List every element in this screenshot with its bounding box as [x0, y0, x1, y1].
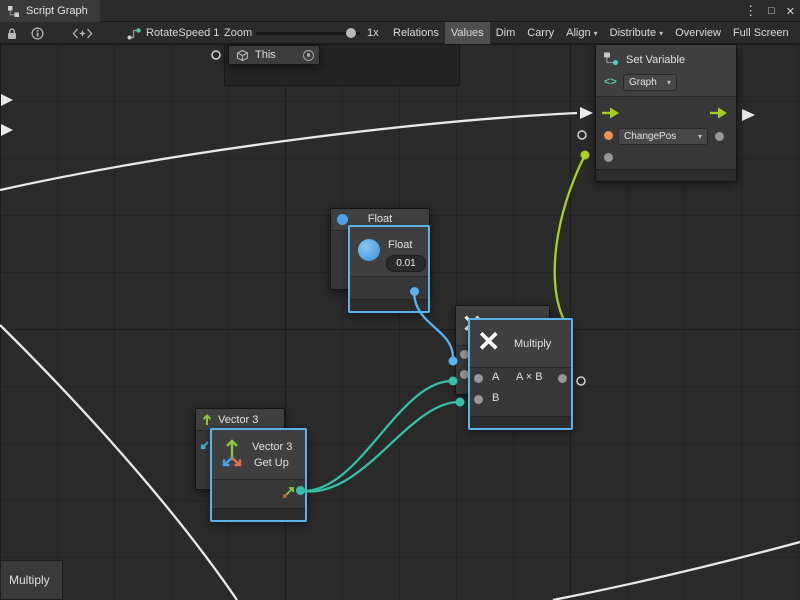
multiply-icon: ✕ — [477, 328, 500, 356]
wire-offscreen-bottom — [553, 542, 800, 600]
set-variable-icon — [603, 51, 619, 65]
set-variable-node[interactable]: Set Variable <> Graph▾ ChangePos▾ — [595, 44, 737, 182]
vector3-up-icon — [201, 413, 213, 426]
wire-flow-in — [0, 113, 577, 190]
lock-icon[interactable] — [6, 22, 18, 44]
unconnected-port-ring — [577, 377, 585, 385]
wire-endpoint-teal-b — [456, 398, 465, 407]
graph-asset-icon — [127, 27, 141, 40]
window-titlebar: Script Graph ⋮ □ ✕ — [0, 0, 800, 22]
edge-arrow-left-1 — [1, 94, 13, 106]
graph-toolbar: RotateSpeed 1 Zoom 1x Relations Values D… — [0, 22, 800, 44]
vector-diag-icon — [199, 440, 210, 451]
node-title: Multiply — [514, 338, 551, 350]
node-title: Vector 3 — [218, 414, 258, 426]
dim-button[interactable]: Dim — [490, 22, 522, 44]
variable-name-dropdown[interactable]: ChangePos▾ — [618, 128, 708, 145]
wire-getup-to-multiply-b — [302, 402, 459, 491]
port-b-input[interactable] — [474, 395, 483, 404]
node-title: Vector 3 — [252, 441, 292, 453]
chevron-down-icon: ▾ — [698, 132, 702, 141]
float-node[interactable]: Float 0.01 — [348, 225, 430, 313]
relations-button[interactable]: Relations — [387, 22, 445, 44]
port-a-label: A — [492, 371, 499, 383]
port-float-output[interactable] — [410, 287, 419, 296]
chevron-down-icon: ▾ — [594, 29, 598, 38]
edge-arrow-right — [742, 109, 755, 121]
this-node[interactable]: This — [228, 45, 320, 65]
multiply-corner-node[interactable]: Multiply — [0, 560, 63, 600]
port-output-value[interactable] — [715, 132, 724, 141]
carry-button[interactable]: Carry — [521, 22, 560, 44]
chevron-down-icon: ▾ — [667, 78, 671, 87]
port-a-input[interactable] — [474, 374, 483, 383]
node-title: Float — [331, 213, 429, 225]
window-controls: ⋮ □ ✕ — [744, 0, 795, 22]
flow-in-port[interactable] — [602, 107, 619, 119]
multiply-node[interactable]: ✕ Multiply A A × B B — [468, 318, 573, 430]
unconnected-port-ring — [212, 51, 220, 59]
code-icon: <> — [604, 76, 617, 88]
port-result-output[interactable] — [558, 374, 567, 383]
script-graph-icon — [7, 5, 20, 18]
info-icon[interactable] — [31, 22, 44, 44]
float-type-icon — [358, 239, 380, 261]
tab-script-graph[interactable]: Script Graph — [0, 0, 100, 22]
unconnected-port-ring — [578, 131, 586, 139]
fullscreen-button[interactable]: Full Screen — [727, 22, 795, 44]
zoom-label: Zoom — [224, 22, 252, 44]
wire-getup-to-multiply-a — [302, 381, 452, 491]
graph-breadcrumb[interactable]: RotateSpeed 1 — [127, 22, 219, 44]
node-subtitle: Get Up — [254, 457, 289, 469]
toolbar-buttons: Relations Values Dim Carry Align▾ Distri… — [387, 22, 795, 44]
node-title: Set Variable — [626, 54, 685, 66]
getup-result-icon — [282, 486, 295, 499]
float-value-field[interactable]: 0.01 — [386, 255, 426, 272]
flow-out-port[interactable] — [710, 107, 727, 119]
this-label: This — [255, 49, 276, 61]
zoom-value: 1x — [367, 22, 379, 44]
port-input-value[interactable] — [604, 153, 613, 162]
zoom-slider-handle[interactable] — [346, 28, 356, 38]
code-insert-icon[interactable] — [72, 22, 93, 44]
port-self-output[interactable] — [303, 50, 314, 61]
port-b-label: B — [492, 392, 499, 404]
cube-icon — [236, 49, 249, 62]
port-result-label: A × B — [516, 371, 543, 383]
distribute-dropdown[interactable]: Distribute▾ — [604, 22, 669, 44]
vector3-getup-node[interactable]: Vector 3 Get Up — [210, 428, 307, 522]
values-button[interactable]: Values — [445, 22, 490, 44]
graph-name: RotateSpeed 1 — [146, 27, 219, 39]
node-title: Float — [388, 239, 412, 251]
edge-arrow-left-2 — [1, 124, 13, 136]
close-icon[interactable]: ✕ — [786, 5, 795, 18]
port-variable-name[interactable] — [604, 131, 613, 140]
flow-wire-arrowhead — [580, 107, 593, 119]
kebab-menu-icon[interactable]: ⋮ — [744, 3, 757, 19]
overview-button[interactable]: Overview — [669, 22, 727, 44]
graph-canvas[interactable]: Float ✕ Vector 3 This Set Variable <> Gr… — [0, 44, 800, 600]
wire-multiply-to-setvariable — [555, 155, 585, 324]
tab-label: Script Graph — [26, 5, 88, 17]
align-dropdown[interactable]: Align▾ — [560, 22, 603, 44]
variable-kind-dropdown[interactable]: Graph▾ — [623, 74, 677, 91]
vector3-axes-icon — [220, 436, 244, 468]
chevron-down-icon: ▾ — [659, 29, 663, 38]
maximize-icon[interactable]: □ — [768, 5, 775, 17]
node-title: Multiply — [9, 573, 50, 587]
port-vector-output[interactable] — [296, 486, 305, 495]
zoom-slider[interactable] — [256, 32, 360, 35]
wire-endpoint-green — [581, 151, 590, 160]
